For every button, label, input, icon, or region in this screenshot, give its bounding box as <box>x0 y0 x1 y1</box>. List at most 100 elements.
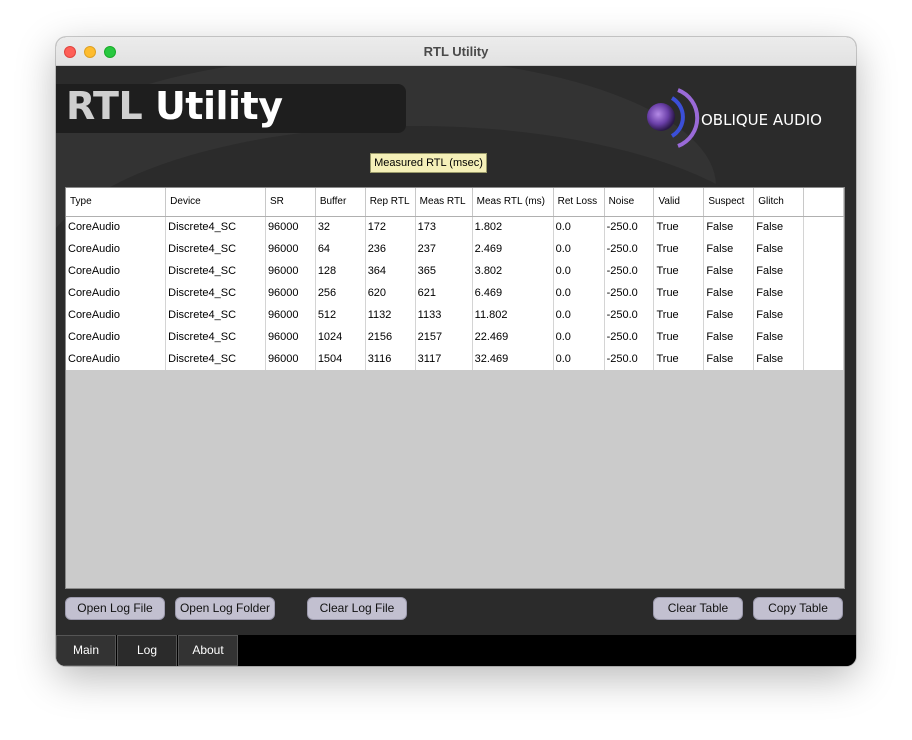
column-header-buffer[interactable]: Buffer <box>315 188 366 217</box>
table-header-row: Type Device SR Buffer Rep RTL Meas RTL Meas RT… <box>66 188 844 217</box>
table-cell: 2156 <box>365 326 416 348</box>
table-cell: 3.802 <box>472 260 554 282</box>
table-cell: Discrete4_SC <box>165 348 266 370</box>
table-cell: 3116 <box>365 348 416 370</box>
table-row[interactable]: CoreAudio Discrete4_SC 96000 64 236 237 2.469 0… <box>66 238 844 260</box>
tab-bar: Main Log About <box>56 635 856 666</box>
table-cell: 237 <box>415 238 473 260</box>
table-cell: 0.0 <box>553 348 605 370</box>
table-cell: 32.469 <box>472 348 554 370</box>
table-cell: 172 <box>365 216 416 238</box>
table-cell: 512 <box>315 304 366 326</box>
table-cell: False <box>753 282 805 304</box>
table-body: CoreAudio Discrete4_SC 96000 32 172 173 1.802 0… <box>66 216 844 370</box>
table-cell: False <box>703 260 755 282</box>
tab-about[interactable]: About <box>178 635 238 666</box>
table-cell: 96000 <box>265 282 316 304</box>
open-log-folder-button[interactable]: Open Log Folder <box>175 597 275 620</box>
column-header-ret-loss[interactable]: Ret Loss <box>553 188 605 217</box>
table-cell: 0.0 <box>553 238 605 260</box>
title-bar: RTL Utility <box>56 37 856 66</box>
table-cell-filler <box>803 282 844 304</box>
table-cell: -250.0 <box>604 282 655 304</box>
table-cell: 96000 <box>265 326 316 348</box>
column-header-rep-rtl[interactable]: Rep RTL <box>365 188 416 217</box>
table-cell: 236 <box>365 238 416 260</box>
table-cell: 96000 <box>265 238 316 260</box>
table-cell: 6.469 <box>472 282 554 304</box>
table-cell: 2.469 <box>472 238 554 260</box>
table-cell: 22.469 <box>472 326 554 348</box>
table-cell: 96000 <box>265 348 316 370</box>
table-cell: 0.0 <box>553 216 605 238</box>
table-cell: False <box>753 304 805 326</box>
table-cell: False <box>753 238 805 260</box>
table-cell: 96000 <box>265 304 316 326</box>
column-header-suspect[interactable]: Suspect <box>703 188 755 217</box>
table-cell: -250.0 <box>604 304 655 326</box>
table-row[interactable]: CoreAudio Discrete4_SC 96000 128 364 365 3.802… <box>66 260 844 282</box>
table-cell: CoreAudio <box>66 216 167 238</box>
table-cell: -250.0 <box>604 348 655 370</box>
table-cell: False <box>703 304 755 326</box>
app-window: RTL Utility RTL Utility OBLIQUE AUDIO Me… <box>56 37 856 666</box>
table-cell: 1504 <box>315 348 366 370</box>
table-cell: True <box>653 216 705 238</box>
table-cell: True <box>653 326 705 348</box>
table-cell-filler <box>803 304 844 326</box>
open-log-file-button[interactable]: Open Log File <box>65 597 165 620</box>
column-header-glitch[interactable]: Glitch <box>753 188 805 217</box>
window-title: RTL Utility <box>423 44 489 59</box>
table-cell: 365 <box>415 260 473 282</box>
column-header-meas-rtl[interactable]: Meas RTL <box>415 188 473 217</box>
table-cell: True <box>653 304 705 326</box>
table-row[interactable]: CoreAudio Discrete4_SC 96000 256 620 621 6.469… <box>66 282 844 304</box>
column-header-device[interactable]: Device <box>165 188 266 217</box>
copy-table-button[interactable]: Copy Table <box>753 597 843 620</box>
table-cell: True <box>653 282 705 304</box>
table-cell: 1024 <box>315 326 366 348</box>
log-table[interactable]: Type Device SR Buffer Rep RTL Meas RTL Meas RT… <box>65 187 845 589</box>
table-cell: 1132 <box>365 304 416 326</box>
table-cell: Discrete4_SC <box>165 260 266 282</box>
table-row[interactable]: CoreAudio Discrete4_SC 96000 512 1132 1133 11.… <box>66 304 844 326</box>
tab-main[interactable]: Main <box>56 635 116 666</box>
table-cell: 64 <box>315 238 366 260</box>
clear-table-button[interactable]: Clear Table <box>653 597 743 620</box>
logo-text: OBLIQUE AUDIO <box>701 111 822 129</box>
app-title-prefix: RTL <box>66 84 143 128</box>
column-header-noise[interactable]: Noise <box>604 188 655 217</box>
table-cell: False <box>703 238 755 260</box>
column-header-valid[interactable]: Valid <box>653 188 705 217</box>
log-table-grid: Type Device SR Buffer Rep RTL Meas RTL Meas RT… <box>66 188 844 370</box>
table-cell: 96000 <box>265 216 316 238</box>
tab-log[interactable]: Log <box>117 635 177 666</box>
table-cell: Discrete4_SC <box>165 216 266 238</box>
table-cell: 0.0 <box>553 260 605 282</box>
table-cell: 1133 <box>415 304 473 326</box>
clear-log-file-button[interactable]: Clear Log File <box>307 597 407 620</box>
table-cell: CoreAudio <box>66 260 167 282</box>
table-cell-filler <box>803 326 844 348</box>
table-cell: 173 <box>415 216 473 238</box>
table-cell: 0.0 <box>553 304 605 326</box>
table-cell: -250.0 <box>604 260 655 282</box>
table-cell: 32 <box>315 216 366 238</box>
table-cell: CoreAudio <box>66 326 167 348</box>
table-cell: -250.0 <box>604 326 655 348</box>
table-cell: CoreAudio <box>66 238 167 260</box>
column-header-meas-rtl-ms[interactable]: Meas RTL (ms) <box>472 188 554 217</box>
table-cell: False <box>753 260 805 282</box>
column-header-sr[interactable]: SR <box>265 188 316 217</box>
table-row[interactable]: CoreAudio Discrete4_SC 96000 1024 2156 2157 22… <box>66 326 844 348</box>
table-cell: 128 <box>315 260 366 282</box>
table-cell: Discrete4_SC <box>165 304 266 326</box>
table-cell-filler <box>803 260 844 282</box>
table-cell: 364 <box>365 260 416 282</box>
column-header-type[interactable]: Type <box>66 188 167 217</box>
table-row[interactable]: CoreAudio Discrete4_SC 96000 32 172 173 1.802 0… <box>66 216 844 238</box>
table-cell: CoreAudio <box>66 282 167 304</box>
table-row[interactable]: CoreAudio Discrete4_SC 96000 1504 3116 3117 32… <box>66 348 844 370</box>
table-cell-filler <box>803 238 844 260</box>
table-cell: 621 <box>415 282 473 304</box>
